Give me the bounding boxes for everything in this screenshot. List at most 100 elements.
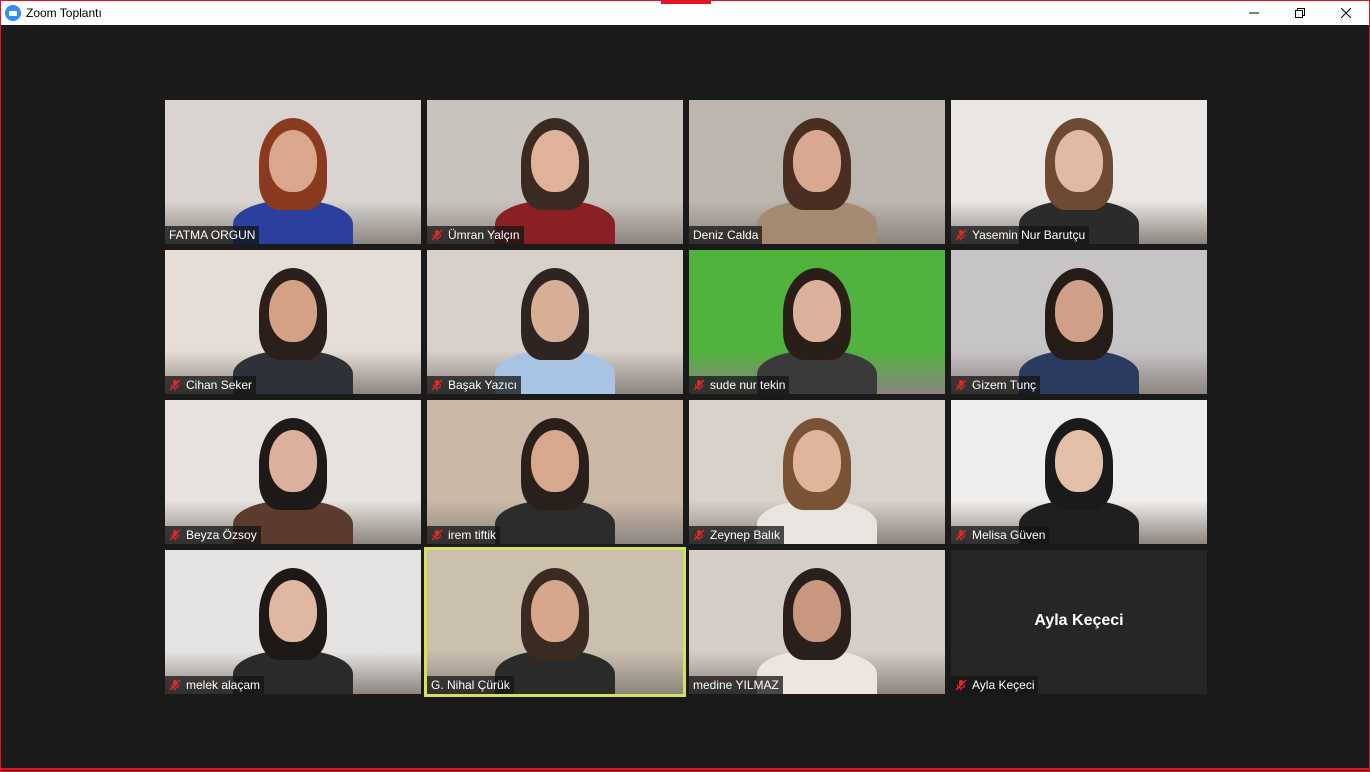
participant-name: Gizem Tunç xyxy=(972,378,1037,392)
participant-tile[interactable]: G. Nihal Çürük xyxy=(424,547,686,697)
participant-name: melek alaçam xyxy=(186,678,261,692)
participant-face xyxy=(269,280,317,342)
participant-figure xyxy=(223,400,363,544)
muted-mic-icon xyxy=(955,379,967,391)
participant-nameplate: Gizem Tunç xyxy=(951,376,1041,394)
participant-figure xyxy=(485,250,625,394)
participant-name: Cihan Seker xyxy=(186,378,253,392)
participant-tile[interactable]: Cihan Seker xyxy=(165,250,421,394)
participant-nameplate: Deniz Calda xyxy=(689,226,763,244)
muted-mic-icon xyxy=(431,379,443,391)
zoom-window: Zoom Toplantı FATMA ORGUN Ümran Yalçın Den… xyxy=(0,0,1370,772)
participant-figure xyxy=(747,100,887,244)
participant-nameplate: Ümran Yalçın xyxy=(427,226,524,244)
participant-face xyxy=(531,430,579,492)
muted-mic-icon xyxy=(431,529,443,541)
participant-tile[interactable]: sude nur tekin xyxy=(689,250,945,394)
participant-name: Ayla Keçeci xyxy=(972,678,1035,692)
participant-face xyxy=(793,280,841,342)
muted-mic-icon xyxy=(169,379,181,391)
participant-face xyxy=(1055,430,1103,492)
participant-nameplate: irem tiftik xyxy=(427,526,500,544)
participant-tile[interactable]: medine YILMAZ xyxy=(689,550,945,694)
restore-icon xyxy=(1295,8,1305,18)
participant-nameplate: FATMA ORGUN xyxy=(165,226,260,244)
participant-figure xyxy=(223,550,363,694)
window-bottom-border xyxy=(0,768,1370,770)
participant-name: sude nur tekin xyxy=(710,378,786,392)
close-icon xyxy=(1341,8,1351,18)
muted-mic-icon xyxy=(169,679,181,691)
video-gallery: FATMA ORGUN Ümran Yalçın Deniz Calda Yasemi… xyxy=(2,25,1368,770)
participant-name: FATMA ORGUN xyxy=(169,228,256,242)
participant-face xyxy=(531,130,579,192)
participant-name: irem tiftik xyxy=(448,528,496,542)
participant-display-name: Ayla Keçeci xyxy=(1034,612,1124,629)
participant-face xyxy=(269,430,317,492)
participant-face xyxy=(531,580,579,642)
participant-face xyxy=(531,280,579,342)
muted-mic-icon xyxy=(955,529,967,541)
window-controls xyxy=(1231,1,1369,25)
participant-name: Yasemin Nur Barutçu xyxy=(972,228,1086,242)
participant-nameplate: sude nur tekin xyxy=(689,376,790,394)
participant-face xyxy=(269,580,317,642)
minimize-icon xyxy=(1249,12,1259,14)
participant-figure xyxy=(1009,250,1149,394)
participant-nameplate: melek alaçam xyxy=(165,676,265,694)
participant-face xyxy=(793,430,841,492)
participant-tile[interactable]: Melisa Güven xyxy=(951,400,1207,544)
muted-mic-icon xyxy=(955,679,967,691)
participant-figure xyxy=(747,250,887,394)
window-title: Zoom Toplantı xyxy=(26,6,102,20)
participant-name: Zeynep Balık xyxy=(710,528,781,542)
participant-name: G. Nihal Çürük xyxy=(431,678,510,692)
participant-nameplate: Zeynep Balık xyxy=(689,526,785,544)
participant-nameplate: Melisa Güven xyxy=(951,526,1050,544)
participant-figure xyxy=(747,400,887,544)
participant-figure xyxy=(1009,100,1149,244)
participant-tile[interactable]: Ümran Yalçın xyxy=(427,100,683,244)
participant-tile[interactable]: Zeynep Balık xyxy=(689,400,945,544)
participant-tile[interactable]: FATMA ORGUN xyxy=(165,100,421,244)
share-indicator xyxy=(661,1,711,4)
participant-figure xyxy=(747,550,887,694)
participant-nameplate: Beyza Özsoy xyxy=(165,526,261,544)
muted-mic-icon xyxy=(693,379,705,391)
participant-name: Deniz Calda xyxy=(693,228,759,242)
participant-name: Beyza Özsoy xyxy=(186,528,257,542)
participant-nameplate: Yasemin Nur Barutçu xyxy=(951,226,1090,244)
participant-nameplate: G. Nihal Çürük xyxy=(427,676,514,694)
participant-figure xyxy=(223,250,363,394)
participant-face xyxy=(269,130,317,192)
participant-name: Ümran Yalçın xyxy=(448,228,520,242)
participant-name: medine YILMAZ xyxy=(693,678,779,692)
participant-face xyxy=(1055,280,1103,342)
participant-figure xyxy=(223,100,363,244)
participant-tile[interactable]: Ayla Keçeci Ayla Keçeci xyxy=(951,550,1207,694)
zoom-logo-icon xyxy=(5,5,21,21)
title-bar[interactable]: Zoom Toplantı xyxy=(1,1,1369,25)
participant-face xyxy=(793,580,841,642)
close-button[interactable] xyxy=(1323,1,1369,25)
muted-mic-icon xyxy=(431,229,443,241)
participant-figure xyxy=(485,100,625,244)
participant-tile[interactable]: Gizem Tunç xyxy=(951,250,1207,394)
participant-tile[interactable]: Başak Yazıcı xyxy=(427,250,683,394)
participant-tile[interactable]: irem tiftik xyxy=(427,400,683,544)
minimize-button[interactable] xyxy=(1231,1,1277,25)
participant-nameplate: Başak Yazıcı xyxy=(427,376,521,394)
muted-mic-icon xyxy=(955,229,967,241)
participant-tile[interactable]: Beyza Özsoy xyxy=(165,400,421,544)
restore-button[interactable] xyxy=(1277,1,1323,25)
participant-figure xyxy=(485,550,625,694)
participant-tile[interactable]: Deniz Calda xyxy=(689,100,945,244)
muted-mic-icon xyxy=(169,529,181,541)
muted-mic-icon xyxy=(693,529,705,541)
participant-nameplate: Ayla Keçeci xyxy=(951,676,1039,694)
participant-face xyxy=(1055,130,1103,192)
participant-nameplate: Cihan Seker xyxy=(165,376,257,394)
participant-tile[interactable]: Yasemin Nur Barutçu xyxy=(951,100,1207,244)
participant-tile[interactable]: melek alaçam xyxy=(165,550,421,694)
participant-name: Başak Yazıcı xyxy=(448,378,517,392)
